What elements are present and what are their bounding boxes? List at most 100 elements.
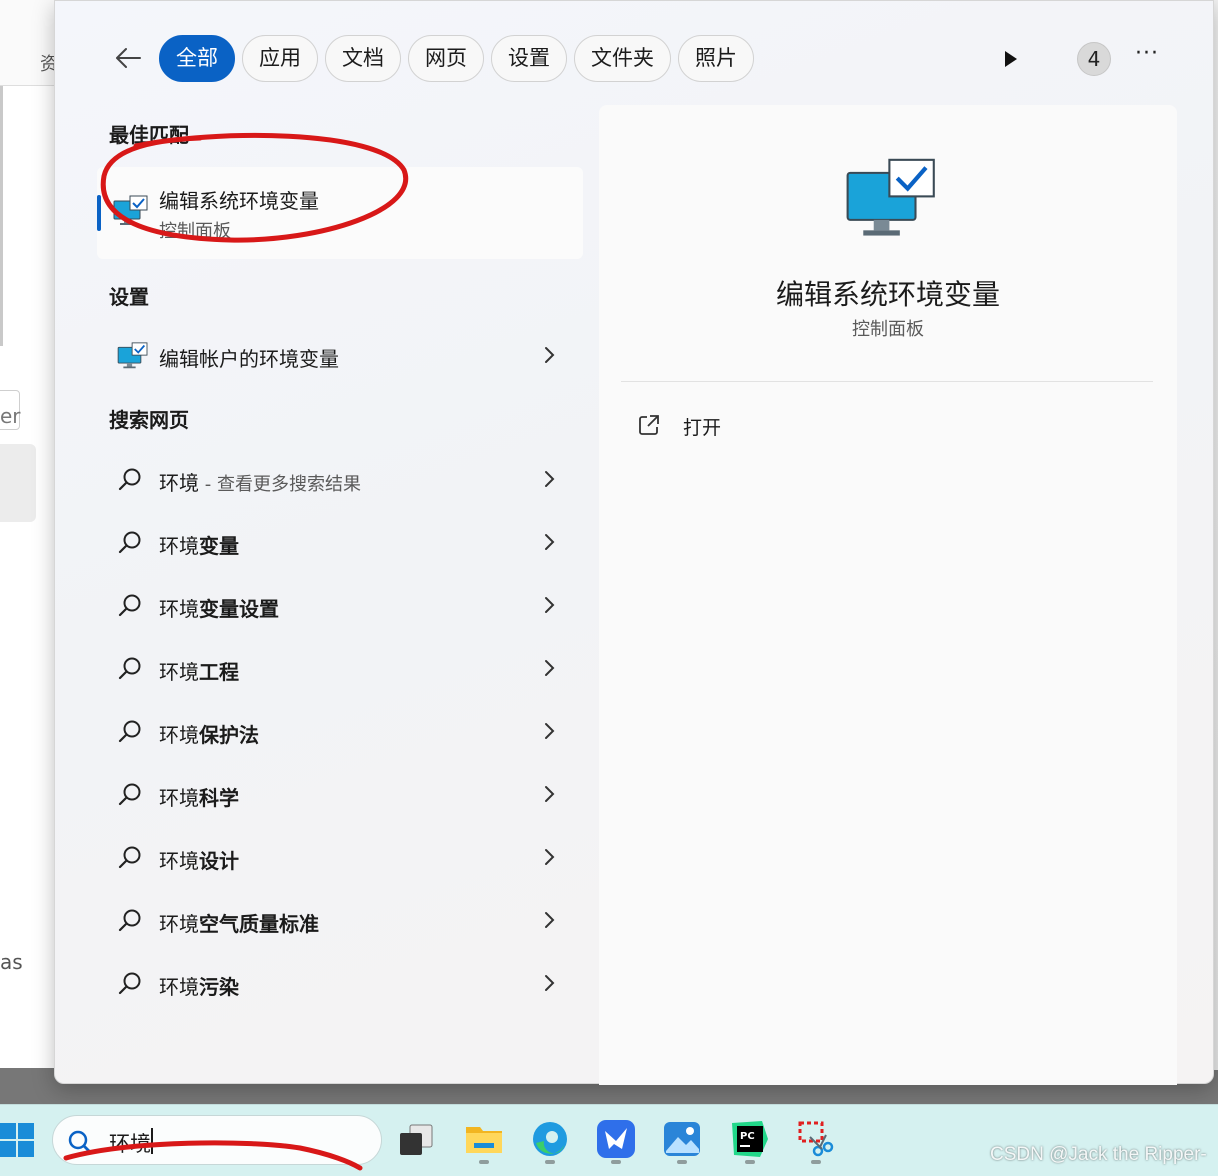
suggestion-prefix: 环境 [159,660,199,684]
background-panel [0,444,36,522]
suggestion-completion: 科学 [199,786,239,810]
preview-subtitle: 控制面板 [852,319,924,340]
watermark: CSDN @Jack the Ripper- [990,1144,1207,1165]
web-suggestion[interactable]: 环境变量 [109,518,579,566]
search-icon [118,720,141,743]
background-text-fragment: er [0,404,21,428]
best-match-result[interactable]: 编辑系统环境变量 控制面板 [97,167,583,259]
web-result-label: 环境 - 查看更多搜索结果 [159,467,361,496]
search-icon [118,594,141,617]
suggestion-prefix: 环境 [159,975,199,999]
selection-indicator [97,195,101,231]
taskbar-running-indicator [677,1160,687,1164]
web-suggestion[interactable]: 环境变量设置 [109,581,579,629]
control-panel-monitor-icon [117,342,148,369]
chevron-right-icon [545,786,555,802]
text-caret [151,1128,153,1154]
chevron-right-icon [545,534,555,550]
chevron-right-icon [545,347,555,363]
snipping-tool-icon[interactable] [796,1119,836,1159]
open-action[interactable]: 打开 [637,411,757,441]
filter-tab[interactable]: 全部 [159,35,235,82]
taskbar-search-value: 环境 [109,1132,151,1156]
chevron-right-icon [545,471,555,487]
play-icon[interactable] [999,45,1023,73]
search-icon [118,972,141,995]
web-suggestion[interactable]: 环境污染 [109,959,579,1007]
taskbar-search-input[interactable]: 环境 [52,1115,382,1165]
result-count-badge: 4 [1077,42,1111,76]
settings-heading: 设置 [109,285,149,309]
web-suggestion-label: 环境变量设置 [159,593,279,622]
filter-tab[interactable]: 照片 [678,35,754,82]
divider [621,381,1153,382]
control-panel-monitor-icon [113,195,148,225]
suggestion-prefix: 环境 [159,912,199,936]
web-suggestion-label: 环境污染 [159,971,239,1000]
web-suggestion[interactable]: 环境科学 [109,770,579,818]
svg-text:PC: PC [740,1131,755,1142]
chevron-right-icon [545,912,555,928]
file-explorer-icon[interactable] [464,1119,504,1159]
search-icon [118,783,141,806]
filter-tab[interactable]: 文档 [325,35,401,82]
suggestion-completion: 保护法 [199,723,259,747]
filter-tab[interactable]: 网页 [408,35,484,82]
web-suggestion[interactable]: 环境保护法 [109,707,579,755]
chevron-right-icon [545,723,555,739]
search-flyout: 全部 应用 文档 网页 设置 文件夹 照片 4 ··· 最佳匹配 编辑系统环境变量 控制面板… [54,0,1214,1085]
suggestion-completion: 设计 [199,849,239,873]
chevron-right-icon [545,975,555,991]
search-icon [118,657,141,680]
back-arrow-icon [116,48,141,68]
filter-tab[interactable]: 应用 [242,35,318,82]
preview-panel: 编辑系统环境变量 控制面板 打开 [599,105,1177,1085]
taskbar-running-indicator [811,1160,821,1164]
chevron-right-icon [545,660,555,676]
web-suggestion[interactable]: 环境空气质量标准 [109,896,579,944]
task-view-icon[interactable] [396,1119,436,1159]
back-button[interactable] [107,39,149,77]
more-options-button[interactable]: ··· [1135,41,1159,66]
suggestion-completion: 变量设置 [199,597,279,621]
suggestion-prefix: 环境 [159,786,199,810]
preview-title: 编辑系统环境变量 [775,278,1000,311]
search-icon [118,468,141,491]
suggestion-prefix: 环境 [159,849,199,873]
suggestion-prefix: 环境 [159,534,199,558]
suggestion-prefix: 环境 [159,723,199,747]
web-heading: 搜索网页 [109,408,189,432]
web-suggestion-label: 环境保护法 [159,719,259,748]
web-suggestion-label: 环境空气质量标准 [159,908,319,937]
edge-browser-icon[interactable] [530,1119,570,1159]
settings-item-edit-account-env[interactable]: 编辑帐户的环境变量 [109,331,579,379]
control-panel-monitor-icon [846,158,935,236]
chevron-right-icon [545,849,555,865]
best-match-subtitle: 控制面板 [159,221,231,242]
suggestion-completion: 空气质量标准 [199,912,319,936]
taskbar-running-indicator [611,1160,621,1164]
pycharm-icon[interactable]: PC [730,1119,770,1159]
web-result-query: 环境 [159,471,199,495]
feishu-icon[interactable] [596,1119,636,1159]
filter-tabs: 全部 应用 文档 网页 设置 文件夹 照片 [159,35,754,82]
web-suggestion[interactable]: 环境工程 [109,644,579,692]
suggestion-completion: 变量 [199,534,239,558]
best-match-heading: 最佳匹配 [109,123,189,147]
web-suggestion-label: 环境科学 [159,782,239,811]
web-result-more[interactable]: 环境 - 查看更多搜索结果 [109,455,579,503]
chevron-right-icon [545,597,555,613]
taskbar-running-indicator [545,1160,555,1164]
settings-item-label: 编辑帐户的环境变量 [159,347,339,371]
windows-start-icon[interactable] [0,1123,36,1159]
search-icon [118,846,141,869]
search-icon [118,531,141,554]
web-suggestion[interactable]: 环境设计 [109,833,579,881]
search-icon [118,909,141,932]
web-result-suffix: - 查看更多搜索结果 [199,474,361,495]
filter-tab[interactable]: 设置 [491,35,567,82]
photos-icon[interactable] [662,1119,702,1159]
best-match-title: 编辑系统环境变量 [159,189,319,213]
filter-tab[interactable]: 文件夹 [574,35,671,82]
taskbar-running-indicator [745,1160,755,1164]
